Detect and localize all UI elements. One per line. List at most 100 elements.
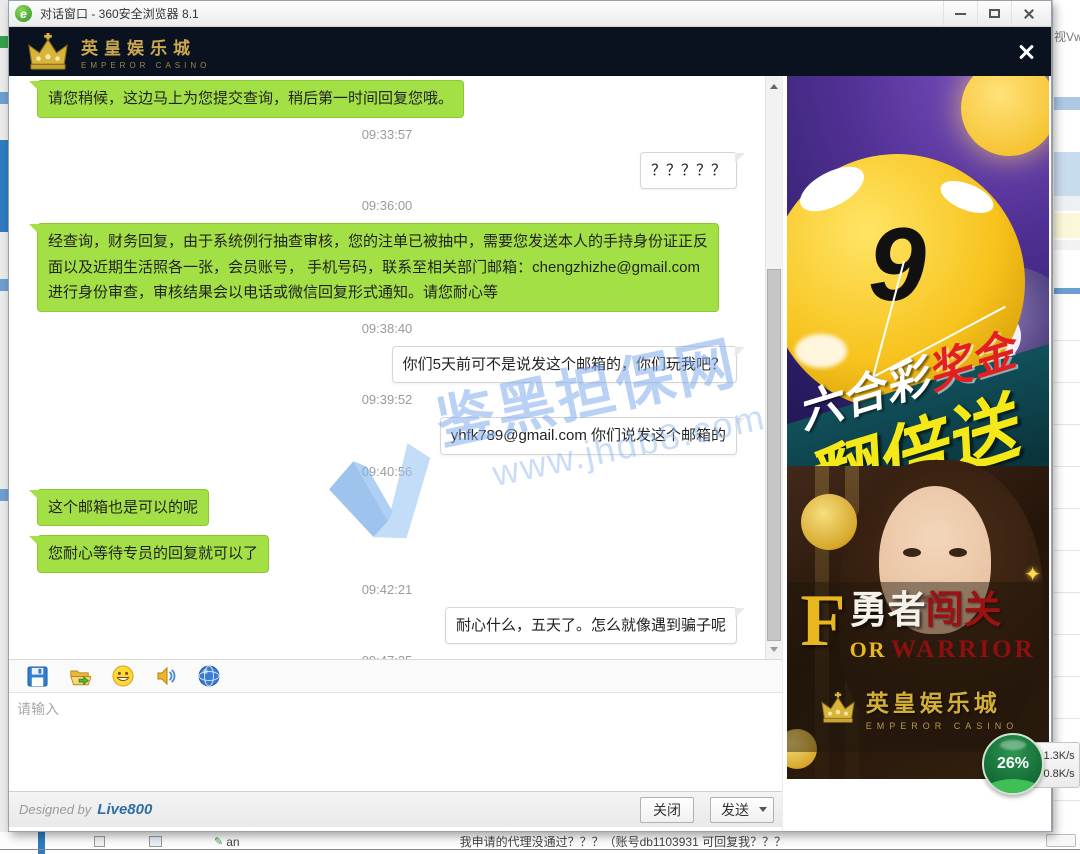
maximize-button[interactable] (977, 1, 1011, 26)
user-message-bubble: 你们5天前可不是说发这个邮箱的，你们玩我吧？ (392, 346, 737, 384)
background-divider (1054, 550, 1080, 551)
browser-360-icon: e (15, 5, 32, 22)
warrior-en: WARRIOR (891, 636, 1036, 663)
save-icon (27, 666, 48, 687)
background-row (1054, 240, 1080, 250)
scroll-down-arrow[interactable] (766, 641, 782, 657)
chat-column: 请您稍候，这边马上为您提交查询，稍后第一时间回复您哦。 09:33:57 ？？？… (9, 76, 783, 831)
background-page-right: 视Vwi (1052, 0, 1080, 854)
message-timestamp: 09:40:56 (37, 464, 737, 479)
web-button[interactable] (198, 665, 220, 687)
scrollbar-thumb[interactable] (767, 269, 781, 641)
progress-indicator[interactable]: 26% (982, 733, 1044, 795)
background-divider (1054, 424, 1080, 425)
window-titlebar: e 对话窗口 - 360安全浏览器 8.1 (9, 1, 1051, 27)
ad-column: 8 9 六合彩奖金 翻倍送 (783, 76, 1051, 831)
send-label: 发送 (721, 800, 749, 820)
screen: 视Vwi ✎ an 我申请的代理没通过？？？（账号db1103931 可回复我？… (0, 0, 1080, 854)
close-button[interactable]: 关闭 (640, 797, 694, 823)
pencil-icon: ✎ (214, 835, 223, 848)
maximize-icon (989, 9, 1000, 18)
folder-icon (69, 666, 91, 687)
checkbox[interactable] (94, 836, 105, 847)
file-transfer-button[interactable] (69, 665, 91, 687)
warrior-or: OR (850, 637, 887, 662)
sound-button[interactable] (155, 665, 177, 687)
message-list: 请您稍候，这边马上为您提交查询，稍后第一时间回复您哦。 09:33:57 ？？？… (9, 76, 765, 659)
chat-area: 请您稍候，这边马上为您提交查询，稍后第一时间回复您哦。 09:33:57 ？？？… (9, 76, 782, 659)
dialog-window: e 对话窗口 - 360安全浏览器 8.1 英皇娱乐城 EMPEROR CASI… (8, 0, 1052, 832)
chat-scrollbar[interactable] (765, 76, 782, 659)
background-page-bottom: ✎ an 我申请的代理没通过？？？（账号db1103931 可回复我？？？ ✎ … (0, 832, 1080, 854)
download-speed: 0.8K/s (1044, 768, 1075, 780)
message-timestamp: 09:36:00 (37, 198, 737, 213)
close-chat-button[interactable] (1017, 43, 1035, 61)
save-conversation-button[interactable] (26, 665, 48, 687)
message-timestamp: 09:39:52 (37, 392, 737, 407)
background-row (1054, 97, 1080, 110)
background-divider (1054, 634, 1080, 635)
moon-graphic (961, 76, 1049, 156)
row-author: an (226, 835, 239, 849)
send-dropdown-caret-icon[interactable] (759, 807, 767, 812)
lottery-promo-section: 8 9 六合彩奖金 翻倍送 (787, 76, 1049, 466)
message-timestamp: 09:38:40 (37, 321, 737, 336)
warrior-headline: F 勇者闯关 OR WARRIOR (787, 588, 1049, 664)
row-text: 我申请的代理没通过？？？（账号db1103931 可回复我？？？ (460, 833, 787, 850)
warrior-promo-section: ✦ F 勇者闯关 OR WARRIOR (787, 466, 1049, 779)
message-timestamp: 09:33:57 (37, 127, 737, 142)
user-message-bubble: 耐心什么，五天了。怎么就像遇到骗子呢 (445, 607, 737, 645)
window-title: 对话窗口 - 360安全浏览器 8.1 (40, 5, 199, 22)
globe-icon (198, 665, 220, 687)
background-divider (1054, 800, 1080, 801)
gold-coin (801, 494, 857, 550)
background-text-fragment: 视Vwi (1054, 28, 1080, 45)
chat-toolbar (9, 659, 782, 693)
close-icon (1023, 8, 1035, 20)
promo-banner[interactable]: 8 9 六合彩奖金 翻倍送 (787, 76, 1049, 779)
dialog-body: 请您稍候，这边马上为您提交查询，稍后第一时间回复您哦。 09:33:57 ？？？… (9, 76, 1051, 831)
emoji-button[interactable] (112, 665, 134, 687)
footer-buttons: 关闭 发送 (640, 797, 774, 823)
message-timestamp: 09:47:25 (37, 653, 737, 659)
chat-footer: Designed by Live800 关闭 发送 (9, 791, 782, 827)
background-divider (1054, 718, 1080, 719)
send-button[interactable]: 发送 (710, 797, 774, 823)
background-divider (1054, 340, 1080, 341)
attachment-icon (149, 836, 162, 847)
message-input-area (9, 693, 782, 791)
brand-name-en: EMPEROR CASINO (81, 61, 210, 70)
background-row (1054, 213, 1080, 238)
user-message-bubble: ？？？？？ (640, 152, 737, 190)
crown-logo-icon (25, 33, 71, 71)
background-button (1046, 834, 1076, 847)
background-row (1054, 288, 1080, 294)
live800-brand[interactable]: Live800 (97, 801, 152, 818)
ad-brand-block: 英皇娱乐城 EMPEROR CASINO (787, 684, 1049, 731)
ad-brand-cn: 英皇娱乐城 (866, 684, 1019, 718)
agent-message-bubble: 请您稍候，这边马上为您提交查询，稍后第一时间回复您哦。 (37, 80, 464, 118)
window-controls (943, 1, 1045, 26)
agent-message-bubble: 您耐心等待专员的回复就可以了 (37, 535, 269, 573)
message-input[interactable] (9, 693, 782, 791)
scroll-up-arrow[interactable] (766, 78, 782, 94)
ad-brand-en: EMPEROR CASINO (866, 721, 1019, 731)
ball-9-number: 9 (787, 206, 1025, 325)
background-divider (1054, 466, 1080, 467)
smiley-icon (112, 665, 134, 687)
minimize-icon (955, 13, 966, 15)
minimize-button[interactable] (943, 1, 977, 26)
speaker-icon (155, 665, 177, 687)
background-row (1054, 152, 1080, 196)
warrior-cn-red: 闯关 (926, 590, 1002, 632)
background-divider (1054, 382, 1080, 383)
warrior-cn-white: 勇者 (850, 590, 926, 632)
brand-name-cn: 英皇娱乐城 (81, 34, 210, 59)
close-window-button[interactable] (1011, 1, 1045, 26)
background-table-row: ✎ an 我申请的代理没通过？？？（账号db1103931 可回复我？？？ (0, 834, 1080, 850)
background-divider (1054, 508, 1080, 509)
message-timestamp: 09:42:21 (37, 582, 737, 597)
casino-header: 英皇娱乐城 EMPEROR CASINO (9, 27, 1051, 76)
background-row (1054, 196, 1080, 211)
crown-logo-icon (818, 692, 858, 724)
